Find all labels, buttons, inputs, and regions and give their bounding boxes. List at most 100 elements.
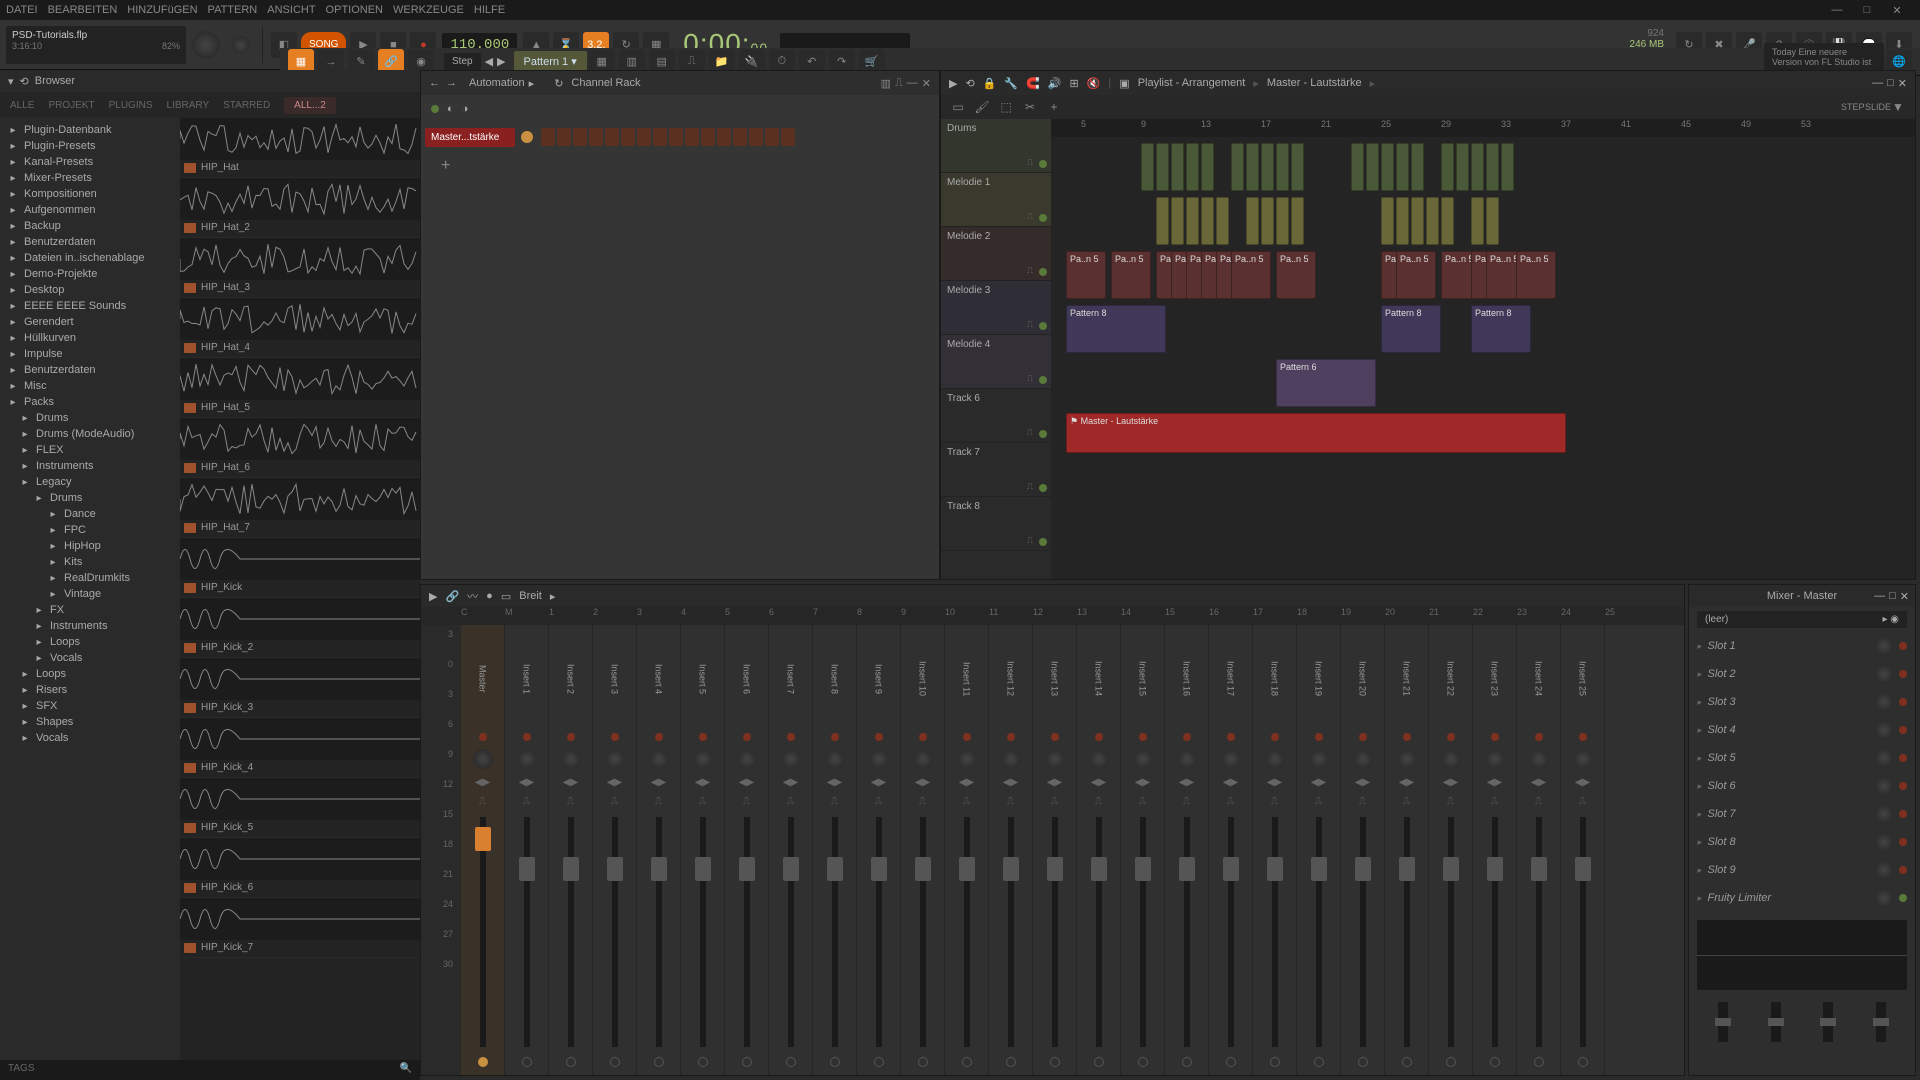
sample-row[interactable]: HIP_Hat_3	[180, 238, 420, 298]
strip-send-dot[interactable]	[1446, 1057, 1456, 1067]
strip-stereo-icon[interactable]: ◀▶	[1531, 777, 1546, 788]
fx-slot[interactable]: ▸Slot 3	[1689, 688, 1915, 716]
strip-fader-slot[interactable]	[744, 817, 750, 1047]
strip-rec-led[interactable]	[787, 733, 795, 741]
instrument-icon[interactable]: ⎍	[1027, 373, 1033, 384]
strip-rec-led[interactable]	[1051, 733, 1059, 741]
strip-pan-knob[interactable]	[561, 749, 581, 769]
slot-mix-knob[interactable]	[1875, 637, 1893, 655]
menu-ansicht[interactable]: ANSICHT	[267, 4, 315, 16]
snap-next[interactable]: ▶	[497, 55, 505, 68]
strip-stereo-icon[interactable]: ◀▶	[1575, 777, 1590, 788]
insert-strip[interactable]: Insert 18 ◀▶ ⎍	[1253, 625, 1297, 1075]
strip-stereo-icon[interactable]: ◀▶	[1091, 777, 1106, 788]
strip-pan-knob[interactable]	[1265, 749, 1285, 769]
strip-pan-knob[interactable]	[1441, 749, 1461, 769]
cr-back-icon[interactable]: ←	[429, 77, 440, 89]
strip-pan-knob[interactable]	[1133, 749, 1153, 769]
cr-fwd-icon[interactable]: →	[446, 77, 457, 89]
strip-pan-knob[interactable]	[1397, 749, 1417, 769]
fx-slot[interactable]: ▸Slot 9	[1689, 856, 1915, 884]
strip-send-dot[interactable]	[566, 1057, 576, 1067]
clip[interactable]	[1351, 143, 1364, 191]
tab-starred[interactable]: STARRED	[223, 100, 270, 111]
tree-item[interactable]: ▸Mixer-Presets	[0, 170, 180, 186]
fx-eq-display[interactable]	[1697, 920, 1907, 990]
strip-pan-knob[interactable]	[1177, 749, 1197, 769]
eq-low-fader[interactable]	[1718, 1002, 1728, 1042]
strip-rec-led[interactable]	[479, 733, 487, 741]
track-header[interactable]: Melodie 3⎍	[941, 281, 1051, 335]
tab-projekt[interactable]: PROJEKT	[48, 100, 94, 111]
fx-slot[interactable]: ▸Slot 7	[1689, 800, 1915, 828]
strip-fader-slot[interactable]	[1536, 817, 1542, 1047]
strip-sep-icon[interactable]: ⎍	[1579, 796, 1586, 807]
fx-slot[interactable]: ▸Slot 8	[1689, 828, 1915, 856]
strip-stereo-icon[interactable]: ◀▶	[607, 777, 622, 788]
sample-row[interactable]: HIP_Hat_6	[180, 418, 420, 478]
tree-item[interactable]: ▸Plugin-Datenbank	[0, 122, 180, 138]
menu-pattern[interactable]: PATTERN	[208, 4, 258, 16]
strip-fader[interactable]	[1399, 857, 1415, 881]
slot-enable-led[interactable]	[1899, 670, 1907, 678]
strip-send-dot[interactable]	[1358, 1057, 1368, 1067]
sample-row[interactable]: HIP_Hat_7	[180, 478, 420, 538]
strip-send-dot[interactable]	[786, 1057, 796, 1067]
pl-sync-icon[interactable]: ⟲	[965, 77, 974, 90]
strip-fader[interactable]	[1003, 857, 1019, 881]
clip[interactable]	[1231, 143, 1244, 191]
cr-loop-icon[interactable]: ↻	[554, 77, 563, 90]
strip-send-dot[interactable]	[1006, 1057, 1016, 1067]
strip-stereo-icon[interactable]: ◀▶	[1399, 777, 1414, 788]
instrument-icon[interactable]: ⎍	[1027, 265, 1033, 276]
step-cell[interactable]	[669, 128, 683, 146]
clip[interactable]	[1216, 197, 1229, 245]
strip-send-dot[interactable]	[874, 1057, 884, 1067]
insert-strip[interactable]: Insert 19 ◀▶ ⎍	[1297, 625, 1341, 1075]
strip-pan-knob[interactable]	[781, 749, 801, 769]
strip-fader-slot[interactable]	[1492, 817, 1498, 1047]
channel-name[interactable]: Master...tstärke	[425, 128, 515, 147]
strip-fader-slot[interactable]	[656, 817, 662, 1047]
strip-send-dot[interactable]	[610, 1057, 620, 1067]
clip[interactable]	[1156, 197, 1169, 245]
strip-send-dot[interactable]	[1490, 1057, 1500, 1067]
track-header[interactable]: Melodie 2⎍	[941, 227, 1051, 281]
strip-sep-icon[interactable]: ⎍	[1183, 796, 1190, 807]
strip-fader-slot[interactable]	[1316, 817, 1322, 1047]
clip[interactable]	[1471, 197, 1484, 245]
clip[interactable]	[1291, 197, 1304, 245]
pl-crumb2[interactable]: Master - Lautstärke	[1267, 77, 1362, 89]
strip-stereo-icon[interactable]: ◀▶	[519, 777, 534, 788]
strip-fader[interactable]	[1443, 857, 1459, 881]
tree-item[interactable]: ▸Gerendert	[0, 314, 180, 330]
strip-fader[interactable]	[519, 857, 535, 881]
strip-pan-knob[interactable]	[649, 749, 669, 769]
strip-stereo-icon[interactable]: ◀▶	[1311, 777, 1326, 788]
strip-fader-slot[interactable]	[700, 817, 706, 1047]
tree-item[interactable]: ▸Hüllkurven	[0, 330, 180, 346]
slot-mix-knob[interactable]	[1875, 749, 1893, 767]
strip-fader-slot[interactable]	[612, 817, 618, 1047]
clip[interactable]	[1426, 197, 1439, 245]
clip[interactable]	[1276, 197, 1289, 245]
strip-rec-led[interactable]	[743, 733, 751, 741]
insert-strip[interactable]: Insert 14 ◀▶ ⎍	[1077, 625, 1121, 1075]
tree-item[interactable]: ▸FLEX	[0, 442, 180, 458]
tree-item[interactable]: ▸Kanal-Presets	[0, 154, 180, 170]
clip[interactable]: Pattern 8	[1066, 305, 1166, 353]
insert-strip[interactable]: Insert 20 ◀▶ ⎍	[1341, 625, 1385, 1075]
sample-row[interactable]: HIP_Kick	[180, 538, 420, 598]
strip-fader[interactable]	[1355, 857, 1371, 881]
mx-view-icon[interactable]: ▭	[501, 590, 511, 603]
slot-enable-led[interactable]	[1899, 838, 1907, 846]
strip-send-dot[interactable]	[962, 1057, 972, 1067]
strip-stereo-icon[interactable]: ◀▶	[739, 777, 754, 788]
strip-sep-icon[interactable]: ⎍	[1007, 796, 1014, 807]
strip-rec-led[interactable]	[1315, 733, 1323, 741]
clip[interactable]: Pa..n 5	[1066, 251, 1106, 299]
tool-add-icon[interactable]: +	[1045, 100, 1063, 114]
slot-mix-knob[interactable]	[1875, 721, 1893, 739]
tree-item[interactable]: ▸Instruments	[0, 618, 180, 634]
strip-fader-slot[interactable]	[568, 817, 574, 1047]
